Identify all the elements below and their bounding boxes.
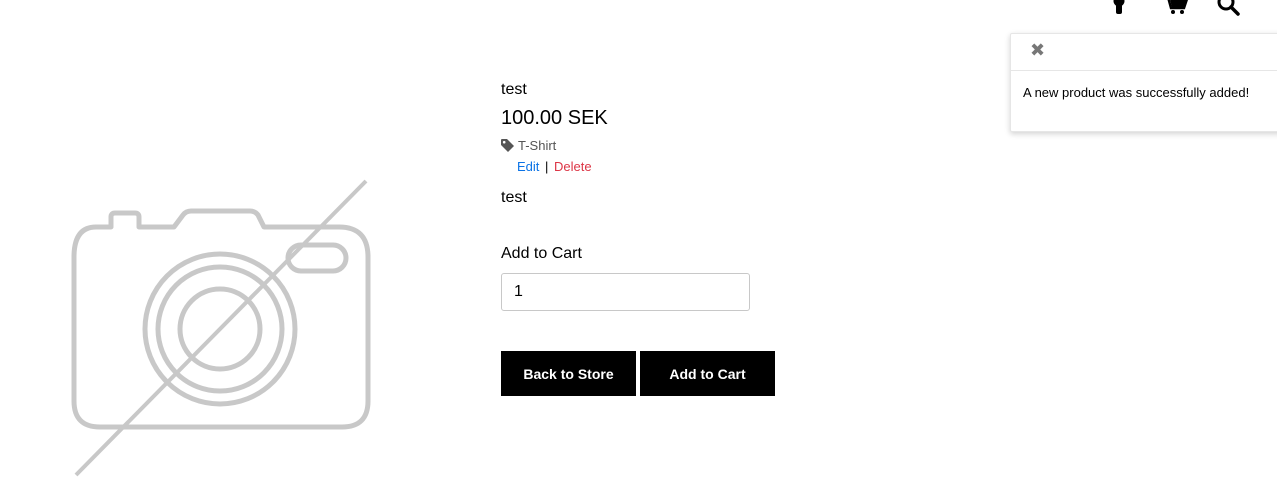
- close-icon[interactable]: ✖: [1030, 40, 1045, 60]
- toast-message: A new product was successfully added!: [1023, 85, 1250, 100]
- link-separator: |: [545, 159, 549, 174]
- add-to-cart-button[interactable]: Add to Cart: [640, 351, 775, 396]
- category-label: T-Shirt: [518, 137, 557, 153]
- product-image-placeholder: [66, 175, 376, 480]
- product-details: test 100.00 SEK T-Shirt Edit | Delete te…: [501, 80, 921, 396]
- product-title: test: [501, 81, 527, 98]
- action-buttons: Back to Store Add to Cart: [501, 351, 921, 396]
- edit-link[interactable]: Edit: [517, 159, 539, 174]
- search-icon[interactable]: [1216, 0, 1242, 16]
- admin-links: Edit | Delete: [517, 159, 921, 175]
- no-image-placeholder-icon: [71, 179, 371, 477]
- quantity-input[interactable]: [501, 273, 750, 311]
- success-toast: ✖ A new product was successfully added!: [1010, 33, 1277, 132]
- tag-icon: [501, 138, 514, 152]
- back-to-store-button[interactable]: Back to Store: [501, 351, 636, 396]
- cart-icon[interactable]: [1163, 0, 1189, 16]
- add-to-cart-label: Add to Cart: [501, 245, 582, 262]
- product-category: T-Shirt: [501, 136, 921, 154]
- toast-header: ✖: [1011, 34, 1277, 71]
- product-price: 100.00 SEK: [501, 107, 608, 129]
- user-icon[interactable]: [1112, 0, 1126, 16]
- product-description: test: [501, 189, 527, 206]
- delete-link[interactable]: Delete: [554, 159, 592, 174]
